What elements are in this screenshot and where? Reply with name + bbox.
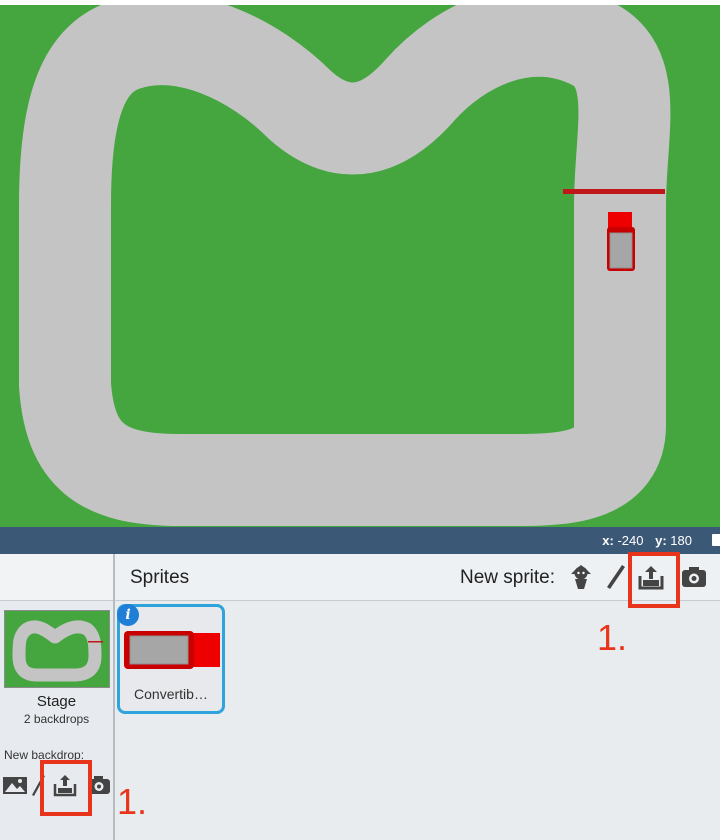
choose-backdrop-from-library-icon[interactable] [2, 772, 28, 798]
backdrops-count: 2 backdrops [23, 712, 90, 726]
stage-label: Stage [36, 693, 77, 710]
race-track-backdrop [19, 5, 671, 526]
sprite-pane: Sprites New sprite: Stage 2 backdrops Ne… [0, 554, 720, 840]
stage-info-bar: x: -240 y: 180 [0, 527, 720, 554]
stage-panel-header [0, 554, 113, 601]
finish-line [563, 189, 665, 194]
x-label: x: [602, 533, 614, 548]
choose-sprite-from-library-icon[interactable] [566, 562, 596, 592]
sprite-name: Convertib… [134, 686, 208, 702]
stage-thumbnail[interactable] [4, 610, 110, 688]
y-label: y: [655, 533, 667, 548]
race-track [19, 5, 671, 526]
car-sprite[interactable] [607, 212, 635, 271]
sprite-tile[interactable]: i Convertib… [117, 604, 225, 714]
sprites-title: Sprites [130, 567, 190, 588]
step-label-upload-backdrop: 1. [117, 781, 148, 822]
paint-new-sprite-icon[interactable] [600, 562, 630, 592]
mouse-coordinates: x: -240 y: 180 [602, 533, 692, 548]
step-label-upload-sprite: 1. [597, 617, 628, 658]
sprite-thumbnail [124, 631, 220, 669]
upload-sprite-highlight [628, 552, 680, 608]
new-sprite-label: New sprite: [459, 567, 555, 588]
y-value: 180 [670, 533, 692, 548]
small-stage-toggle[interactable] [712, 534, 720, 546]
new-sprite-from-camera-icon[interactable] [679, 562, 709, 592]
x-value: -240 [617, 533, 644, 548]
stage-canvas[interactable] [0, 5, 720, 527]
upload-backdrop-highlight [40, 760, 92, 816]
info-icon[interactable]: i [117, 604, 139, 626]
